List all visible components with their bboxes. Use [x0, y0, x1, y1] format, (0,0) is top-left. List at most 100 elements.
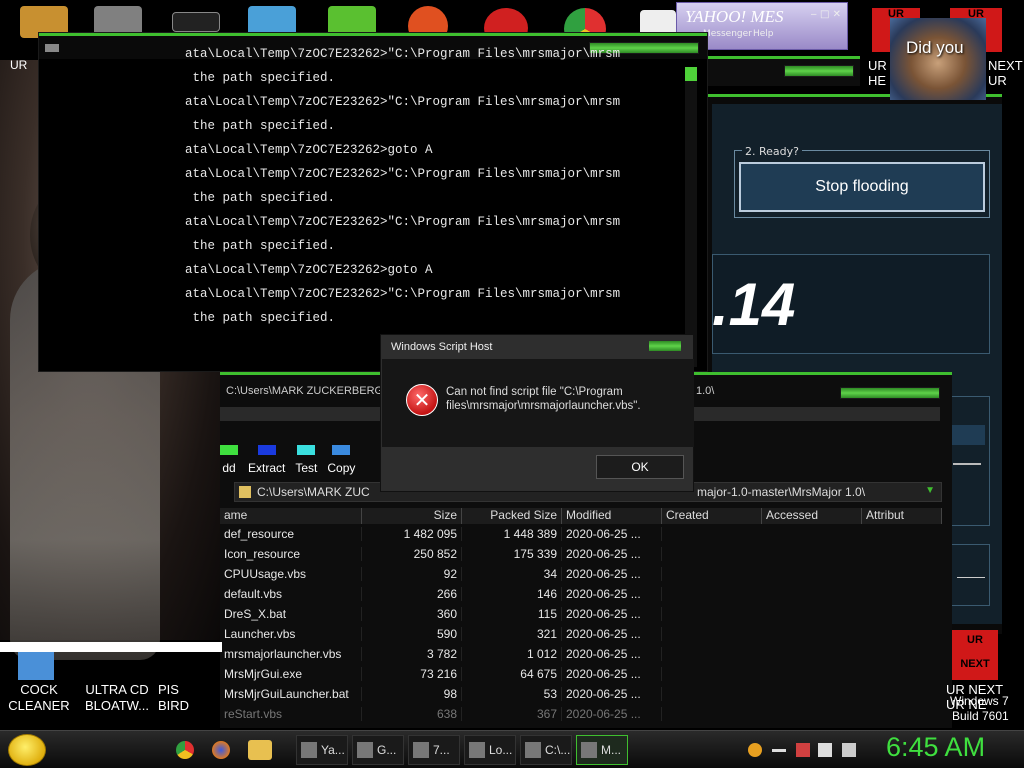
- stop-flooding-button[interactable]: Stop flooding: [739, 162, 985, 212]
- column-header[interactable]: Packed Size: [462, 508, 562, 524]
- cell-packed: 1 012: [462, 647, 562, 661]
- console-line: ata\Local\Temp\7zOC7E23262>"C:\Program F…: [185, 95, 621, 109]
- table-row[interactable]: reStart.vbs 638 367 2020-06-25 ...: [220, 704, 942, 724]
- cell-modified: 2020-06-25 ...: [562, 647, 662, 661]
- column-header[interactable]: Created: [662, 508, 762, 524]
- cell-packed: 175 339: [462, 547, 562, 561]
- ur-tile-label: UR: [967, 634, 983, 646]
- cell-modified: 2020-06-25 ...: [562, 567, 662, 581]
- window-controls[interactable]: [784, 65, 854, 77]
- column-header[interactable]: Modified: [562, 508, 662, 524]
- toolbar-icon: [297, 445, 316, 455]
- action-center-icon[interactable]: [818, 743, 832, 757]
- dialog-message: Can not find script file "C:\Program fil…: [446, 386, 641, 412]
- table-row[interactable]: MrsMjrGui.exe 73 216 64 675 2020-06-25 ...: [220, 664, 942, 684]
- speaker-icon[interactable]: [842, 743, 856, 757]
- table-row[interactable]: CPUUsage.vbs 92 34 2020-06-25 ...: [220, 564, 942, 584]
- taskbar-task-button[interactable]: M...: [576, 735, 628, 765]
- toolbar-button-0[interactable]: dd: [220, 431, 238, 475]
- cell-name: Icon_resource: [220, 547, 362, 561]
- task-icon: [469, 742, 485, 758]
- cell-name: Launcher.vbs: [220, 627, 362, 641]
- flag-icon[interactable]: [796, 743, 810, 757]
- cell-modified: 2020-06-25 ...: [562, 527, 662, 541]
- desktop-label-pis-bird[interactable]: PIS BIRD: [158, 682, 192, 714]
- close-icon[interactable]: [649, 341, 681, 351]
- table-row[interactable]: default.vbs 266 146 2020-06-25 ...: [220, 584, 942, 604]
- console-output: ata\Local\Temp\7zOC7E23262>"C:\Program F…: [185, 42, 620, 330]
- table-row[interactable]: def_resource 1 482 095 1 448 389 2020-06-25…: [220, 524, 942, 544]
- ok-button[interactable]: OK: [596, 455, 684, 479]
- task-icon: [525, 742, 541, 758]
- column-header[interactable]: Attribut: [862, 508, 942, 524]
- console-line: the path specified.: [185, 71, 336, 85]
- task-icon: [301, 742, 317, 758]
- task-label: G...: [377, 743, 397, 757]
- desktop-label-cock-cleaner[interactable]: COCK CLEANER: [4, 682, 74, 714]
- background-window-1[interactable]: [706, 56, 860, 86]
- taskbar: Ya... G... 7... Lo... C:\... M...: [0, 730, 1024, 768]
- table-body: def_resource 1 482 095 1 448 389 2020-06-25…: [220, 524, 942, 724]
- yahoo-logo: YAHOO! MES: [685, 7, 784, 26]
- cell-size: 250 852: [362, 547, 462, 561]
- taskbar-task-button[interactable]: Lo...: [464, 735, 516, 765]
- watermark-line: Build 7601: [951, 709, 1009, 723]
- task-label: 7...: [433, 743, 450, 757]
- toolbar-button-1[interactable]: Extract: [248, 431, 285, 475]
- window-controls[interactable]: [840, 387, 940, 399]
- table-row[interactable]: mrsmajorlauncher.vbs 3 782 1 012 2020-06-25…: [220, 644, 942, 664]
- ur-caption-left: UR HE: [868, 58, 887, 88]
- console-scrollbar[interactable]: [685, 67, 697, 367]
- toolbar-label: Extract: [248, 461, 286, 475]
- cmd-desktop-icon[interactable]: [172, 12, 220, 32]
- cell-modified: 2020-06-25 ...: [562, 547, 662, 561]
- toolbar-button-3[interactable]: Copy: [327, 431, 355, 475]
- minus-icon[interactable]: [772, 749, 786, 752]
- cell-modified: 2020-06-25 ...: [562, 627, 662, 641]
- cleaner-icon[interactable]: [18, 652, 54, 680]
- column-header[interactable]: Accessed: [762, 508, 862, 524]
- cell-modified: 2020-06-25 ...: [562, 707, 662, 721]
- desktop-strip: [0, 642, 222, 652]
- desktop-label-line: CLEANER: [8, 698, 70, 713]
- cell-modified: 2020-06-25 ...: [562, 607, 662, 621]
- yahoo-menu-messenger[interactable]: Messenger: [703, 29, 752, 39]
- yahoo-menu-help[interactable]: Help: [753, 29, 774, 39]
- cell-modified: 2020-06-25 ...: [562, 667, 662, 681]
- taskbar-clock[interactable]: 6:45 AM: [886, 732, 985, 763]
- cell-size: 360: [362, 607, 462, 621]
- desktop-label-line: PIS: [158, 682, 179, 697]
- taskbar-task-button[interactable]: Ya...: [296, 735, 348, 765]
- cell-name: mrsmajorlauncher.vbs: [220, 647, 362, 661]
- table-row[interactable]: Launcher.vbs 590 321 2020-06-25 ...: [220, 624, 942, 644]
- table-row[interactable]: DreS_X.bat 360 115 2020-06-25 ...: [220, 604, 942, 624]
- toolbar-button-2[interactable]: Test: [295, 431, 317, 475]
- cell-size: 73 216: [362, 667, 462, 681]
- explorer-icon[interactable]: [248, 740, 272, 760]
- chrome-icon[interactable]: [176, 741, 194, 759]
- desktop-label-line: COCK: [20, 682, 58, 697]
- console-line: ata\Local\Temp\7zOC7E23262>"C:\Program F…: [185, 167, 621, 181]
- taskbar-task-button[interactable]: 7...: [408, 735, 460, 765]
- cell-modified: 2020-06-25 ...: [562, 687, 662, 701]
- flood-counter: .14: [712, 271, 796, 338]
- search-icon[interactable]: [748, 743, 762, 757]
- ur-tile-label: NEXT: [960, 658, 990, 670]
- column-header[interactable]: ame: [220, 508, 362, 524]
- flood-slider[interactable]: [953, 463, 981, 465]
- scrollbar-thumb[interactable]: [685, 67, 697, 81]
- ur-next-tile[interactable]: UR NEXT: [952, 630, 998, 680]
- table-row[interactable]: Icon_resource 250 852 175 339 2020-06-25 ..…: [220, 544, 942, 564]
- table-row[interactable]: MrsMjrGuiLauncher.bat 98 53 2020-06-25 ...: [220, 684, 942, 704]
- start-button[interactable]: [8, 734, 46, 766]
- address-path-left: C:\Users\MARK ZUC: [257, 485, 370, 499]
- chevron-down-icon[interactable]: ▼: [925, 485, 935, 496]
- column-header[interactable]: Size: [362, 508, 462, 524]
- dialog-title: Windows Script Host: [391, 341, 493, 353]
- taskbar-task-button[interactable]: C:\...: [520, 735, 572, 765]
- obama-caption: Did you: [906, 38, 964, 57]
- desktop-label-ultra-cd[interactable]: ULTRA CD BLOATW...: [80, 682, 154, 714]
- firefox-icon[interactable]: [212, 741, 230, 759]
- taskbar-task-button[interactable]: G...: [352, 735, 404, 765]
- yahoo-window-controls[interactable]: ‒ □ ✕: [810, 9, 841, 20]
